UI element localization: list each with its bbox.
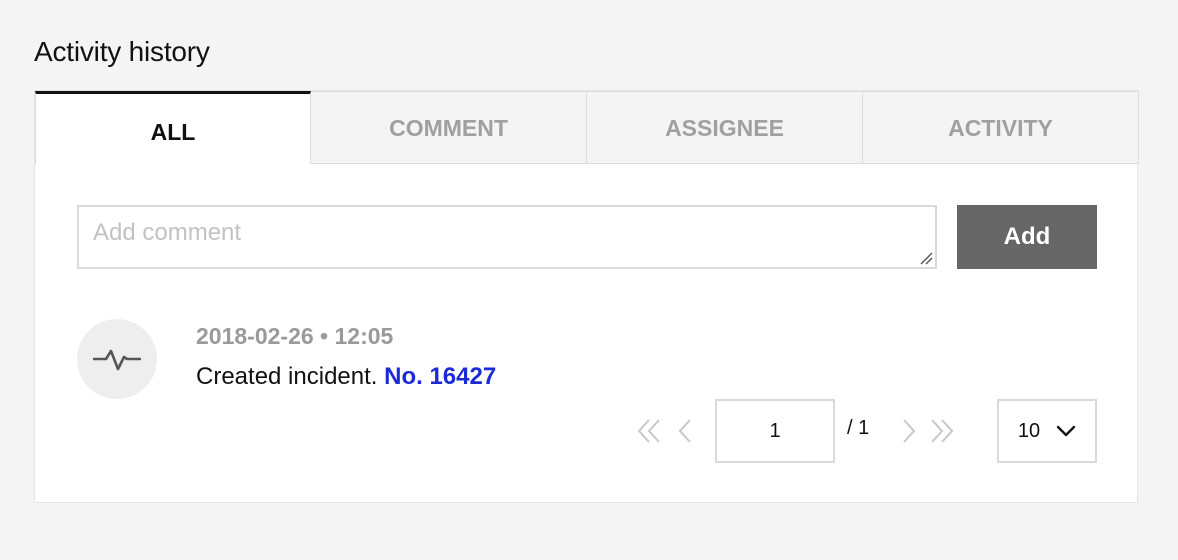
chevron-down-icon (1056, 425, 1076, 437)
tab-comment[interactable]: COMMENT (311, 91, 587, 164)
last-page-icon[interactable] (928, 417, 954, 445)
page-total: / 1 (847, 417, 870, 439)
page-number-input[interactable] (715, 399, 835, 463)
tab-all[interactable]: ALL (35, 91, 311, 164)
tab-assignee[interactable]: ASSIGNEE (587, 91, 863, 164)
tab-activity[interactable]: ACTIVITY (863, 91, 1139, 164)
activity-description: Created incident. No. 16427 (196, 363, 496, 391)
resize-handle-icon[interactable] (919, 251, 933, 265)
page-size-select[interactable]: 10 (997, 399, 1097, 463)
next-page-icon[interactable] (901, 417, 917, 445)
prev-page-icon[interactable] (677, 417, 693, 445)
add-comment-button[interactable]: Add (957, 205, 1097, 269)
activity-timestamp: 2018-02-26 • 12:05 (196, 323, 394, 349)
page-size-value: 10 (1017, 419, 1041, 442)
comment-field-wrapper (77, 205, 937, 269)
activity-text: Created incident. (196, 363, 378, 390)
incident-link[interactable]: No. 16427 (384, 363, 496, 390)
section-title: Activity history (34, 36, 210, 67)
tab-bar: ALL COMMENT ASSIGNEE ACTIVITY (35, 91, 1139, 164)
first-page-icon[interactable] (637, 417, 663, 445)
activity-pulse-icon (77, 319, 157, 399)
activity-panel: ALL COMMENT ASSIGNEE ACTIVITY Add 2018-0… (34, 90, 1139, 503)
comment-input[interactable] (79, 207, 935, 267)
